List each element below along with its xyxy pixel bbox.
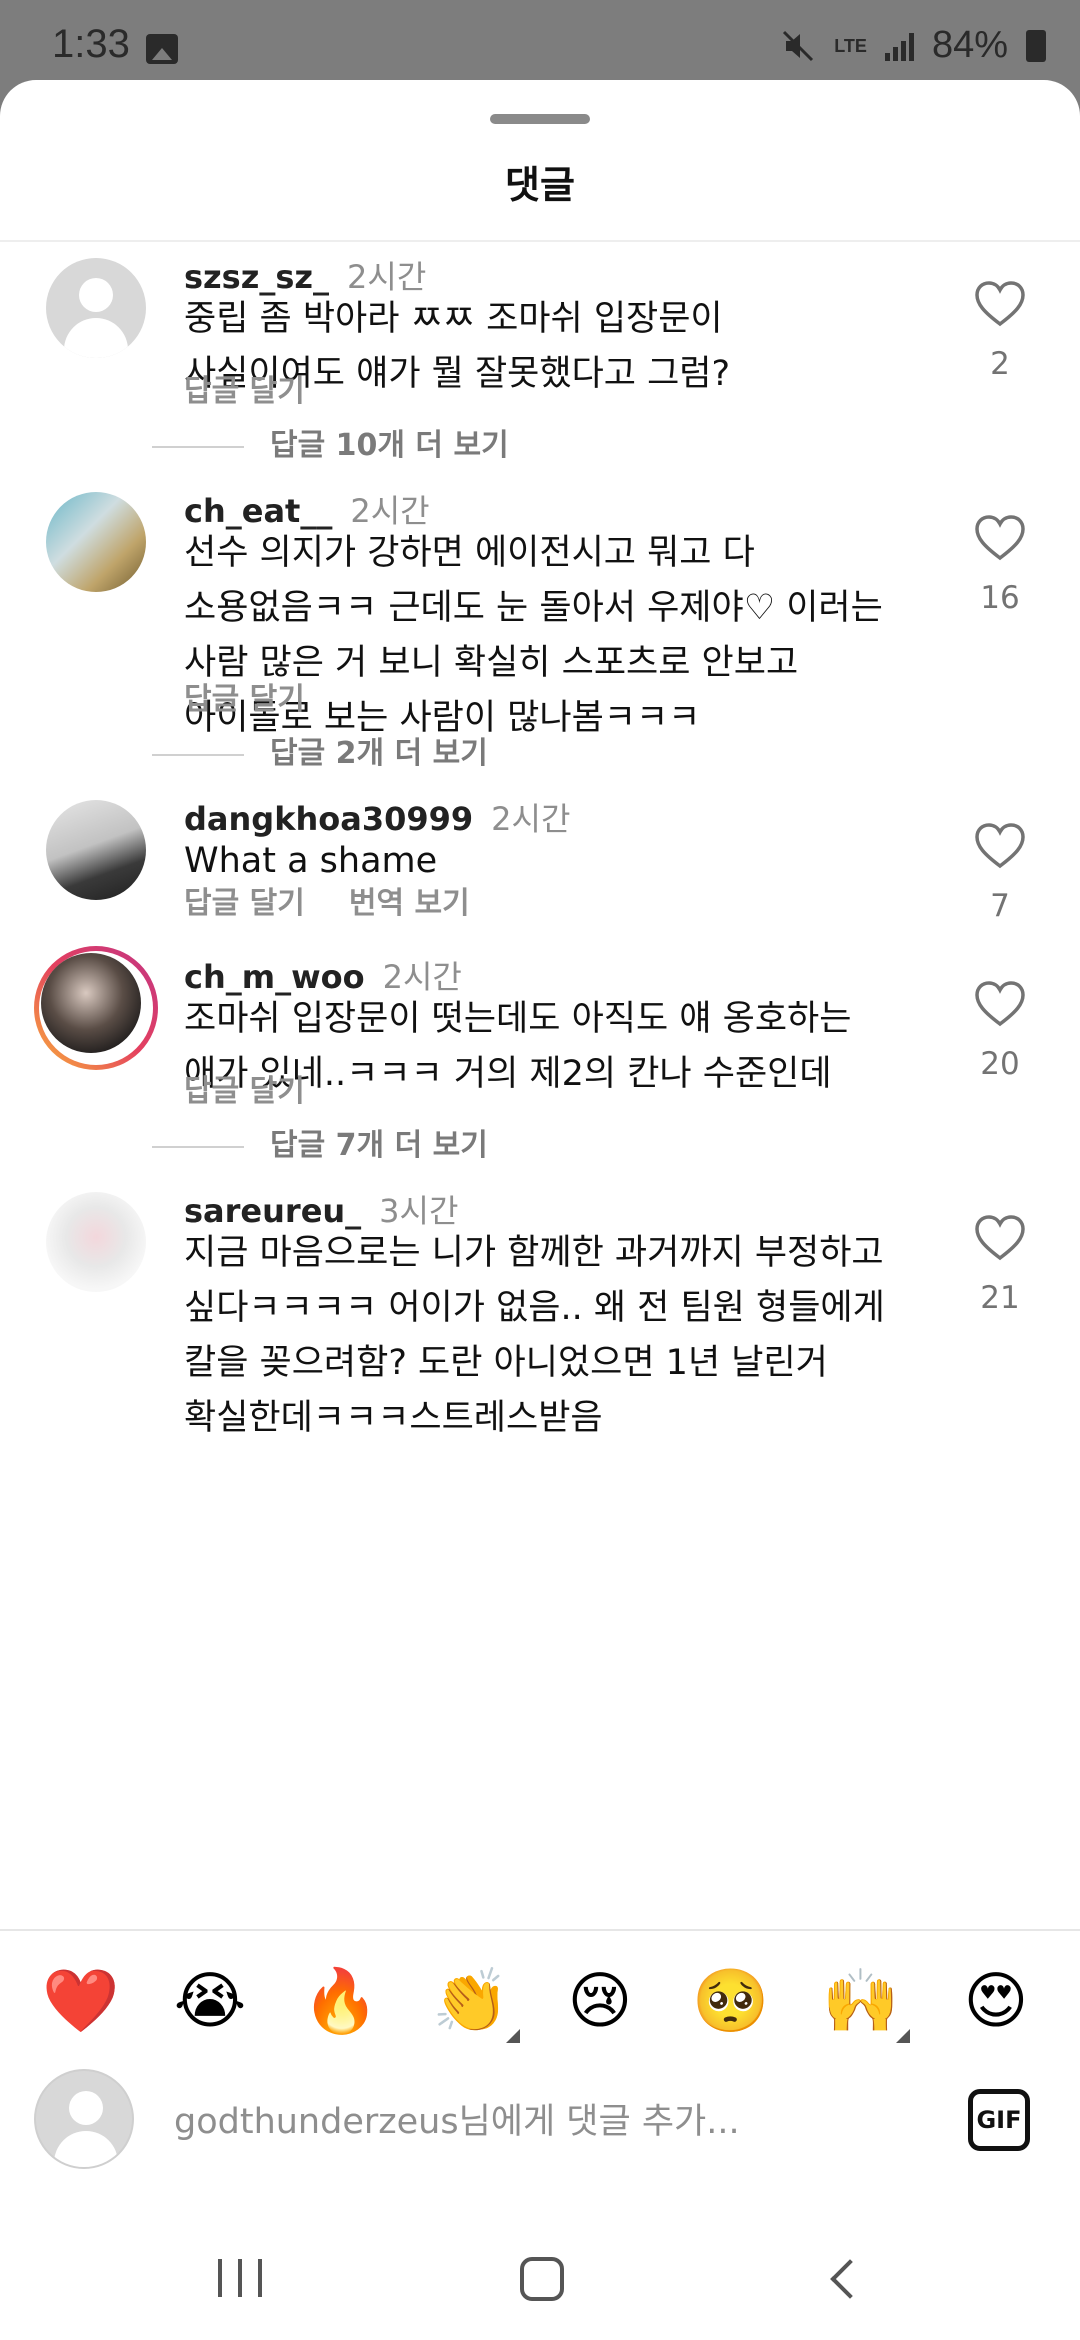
divider: [152, 1145, 244, 1148]
comment-time: 2시간: [382, 958, 462, 996]
divider: [152, 445, 244, 448]
like-control[interactable]: 7: [972, 822, 1028, 924]
story-ring[interactable]: [34, 946, 158, 1070]
heart-icon[interactable]: [974, 980, 1026, 1028]
reply-button[interactable]: 답글 달기: [184, 374, 305, 409]
heart-icon[interactable]: [974, 280, 1026, 328]
avatar[interactable]: [46, 492, 146, 592]
emoji-button[interactable]: 🥺: [692, 1963, 769, 2039]
network-type: LTE: [834, 35, 867, 56]
reply-button[interactable]: 답글 달기: [184, 886, 305, 921]
comment-input[interactable]: godthunderzeus님에게 댓글 추가...: [174, 2093, 740, 2144]
avatar[interactable]: [41, 953, 141, 1053]
like-control[interactable]: 2: [972, 280, 1028, 382]
like-count: 20: [980, 1046, 1020, 1082]
comment-username[interactable]: szsz_sz_: [184, 258, 329, 296]
comment-actions: 답글 달기: [184, 366, 305, 410]
heart-icon[interactable]: [974, 822, 1026, 870]
avatar[interactable]: [46, 258, 146, 358]
view-more-replies-label: 답글 10개 더 보기: [270, 428, 509, 463]
comment-username[interactable]: ch_eat__: [184, 492, 332, 530]
like-count: 21: [980, 1280, 1020, 1316]
signal-icon: [884, 31, 914, 61]
status-time: 1:33: [52, 22, 130, 66]
battery-percent: 84%: [931, 24, 1008, 66]
gallery-icon: [146, 34, 178, 64]
comment-actions: 답글 달기: [184, 674, 305, 718]
battery-icon: [1026, 29, 1046, 62]
avatar[interactable]: [46, 1192, 146, 1292]
emoji-glyph: 🙌: [822, 1964, 900, 2037]
translate-button[interactable]: 번역 보기: [349, 886, 470, 921]
drag-handle[interactable]: [490, 114, 590, 124]
mute-icon: [783, 30, 814, 61]
own-avatar: [34, 2069, 134, 2169]
comment-list[interactable]: szsz_sz_ 2시간 중립 좀 박아라 ㅉㅉ 조마쉬 입장문이 사실이여도 얘…: [0, 242, 1080, 2010]
like-control[interactable]: 16: [972, 514, 1028, 616]
emoji-button[interactable]: ❤️: [42, 1963, 119, 2039]
view-more-replies[interactable]: 답글 10개 더 보기: [152, 420, 509, 464]
comment-time: 2시간: [491, 800, 571, 838]
view-more-replies-label: 답글 7개 더 보기: [270, 1128, 488, 1163]
like-count: 7: [990, 888, 1010, 924]
comment-time: 3시간: [379, 1192, 459, 1230]
skin-tone-indicator: [896, 2029, 910, 2043]
comment-username[interactable]: sareureu_: [184, 1192, 361, 1230]
comment-input-row: godthunderzeus님에게 댓글 추가... GIF: [0, 2061, 1080, 2181]
divider: [152, 753, 244, 756]
system-nav-bar: [0, 2181, 1080, 2340]
avatar[interactable]: [46, 800, 146, 900]
emoji-quick-bar: ❤️ 😭 🔥 👏 😢 🥺 🙌 😍: [0, 1929, 1080, 2061]
emoji-button[interactable]: 😭: [172, 1963, 248, 2039]
recent-apps-icon[interactable]: [218, 2259, 262, 2297]
emoji-button[interactable]: 😍: [958, 1963, 1034, 2039]
like-count: 16: [980, 580, 1020, 616]
home-icon[interactable]: [520, 2257, 564, 2301]
comments-sheet: 댓글 szsz_sz_ 2시간 중립 좀 박아라 ㅉㅉ 조마쉬 입장문이 사실이여…: [0, 80, 1080, 2340]
like-count: 2: [990, 346, 1010, 382]
like-control[interactable]: 21: [972, 1214, 1028, 1316]
view-more-replies[interactable]: 답글 2개 더 보기: [152, 728, 488, 772]
comment-time: 2시간: [347, 258, 427, 296]
gif-button[interactable]: GIF: [968, 2089, 1030, 2151]
sheet-title: 댓글: [505, 163, 575, 207]
comment-username[interactable]: ch_m_woo: [184, 958, 365, 996]
reply-button[interactable]: 답글 달기: [184, 682, 305, 717]
skin-tone-indicator: [506, 2029, 520, 2043]
comment-text: 지금 마음으로는 니가 함께한 과거까지 부정하고 싶다ㅋㅋㅋㅋ 어이가 없음.…: [184, 1233, 885, 1438]
comment-actions: 답글 달기: [184, 1066, 305, 1110]
view-more-replies[interactable]: 답글 7개 더 보기: [152, 1120, 488, 1164]
status-bar: 1:33 LTE 84%: [0, 0, 1080, 80]
back-icon[interactable]: [830, 2259, 870, 2299]
emoji-glyph: 👏: [432, 1964, 510, 2037]
emoji-button[interactable]: 🔥: [302, 1963, 379, 2039]
comment-actions: 답글 달기 번역 보기: [184, 878, 470, 922]
status-icons: LTE 84%: [780, 24, 1046, 67]
like-control[interactable]: 20: [972, 980, 1028, 1082]
view-more-replies-label: 답글 2개 더 보기: [270, 736, 488, 771]
heart-icon[interactable]: [974, 514, 1026, 562]
emoji-button[interactable]: 🙌: [822, 1963, 910, 2043]
emoji-button[interactable]: 😢: [562, 1963, 638, 2039]
comment-time: 2시간: [350, 492, 430, 530]
heart-icon[interactable]: [974, 1214, 1026, 1262]
comment-username[interactable]: dangkhoa30999: [184, 800, 473, 838]
reply-button[interactable]: 답글 달기: [184, 1074, 305, 1109]
emoji-button[interactable]: 👏: [432, 1963, 520, 2043]
